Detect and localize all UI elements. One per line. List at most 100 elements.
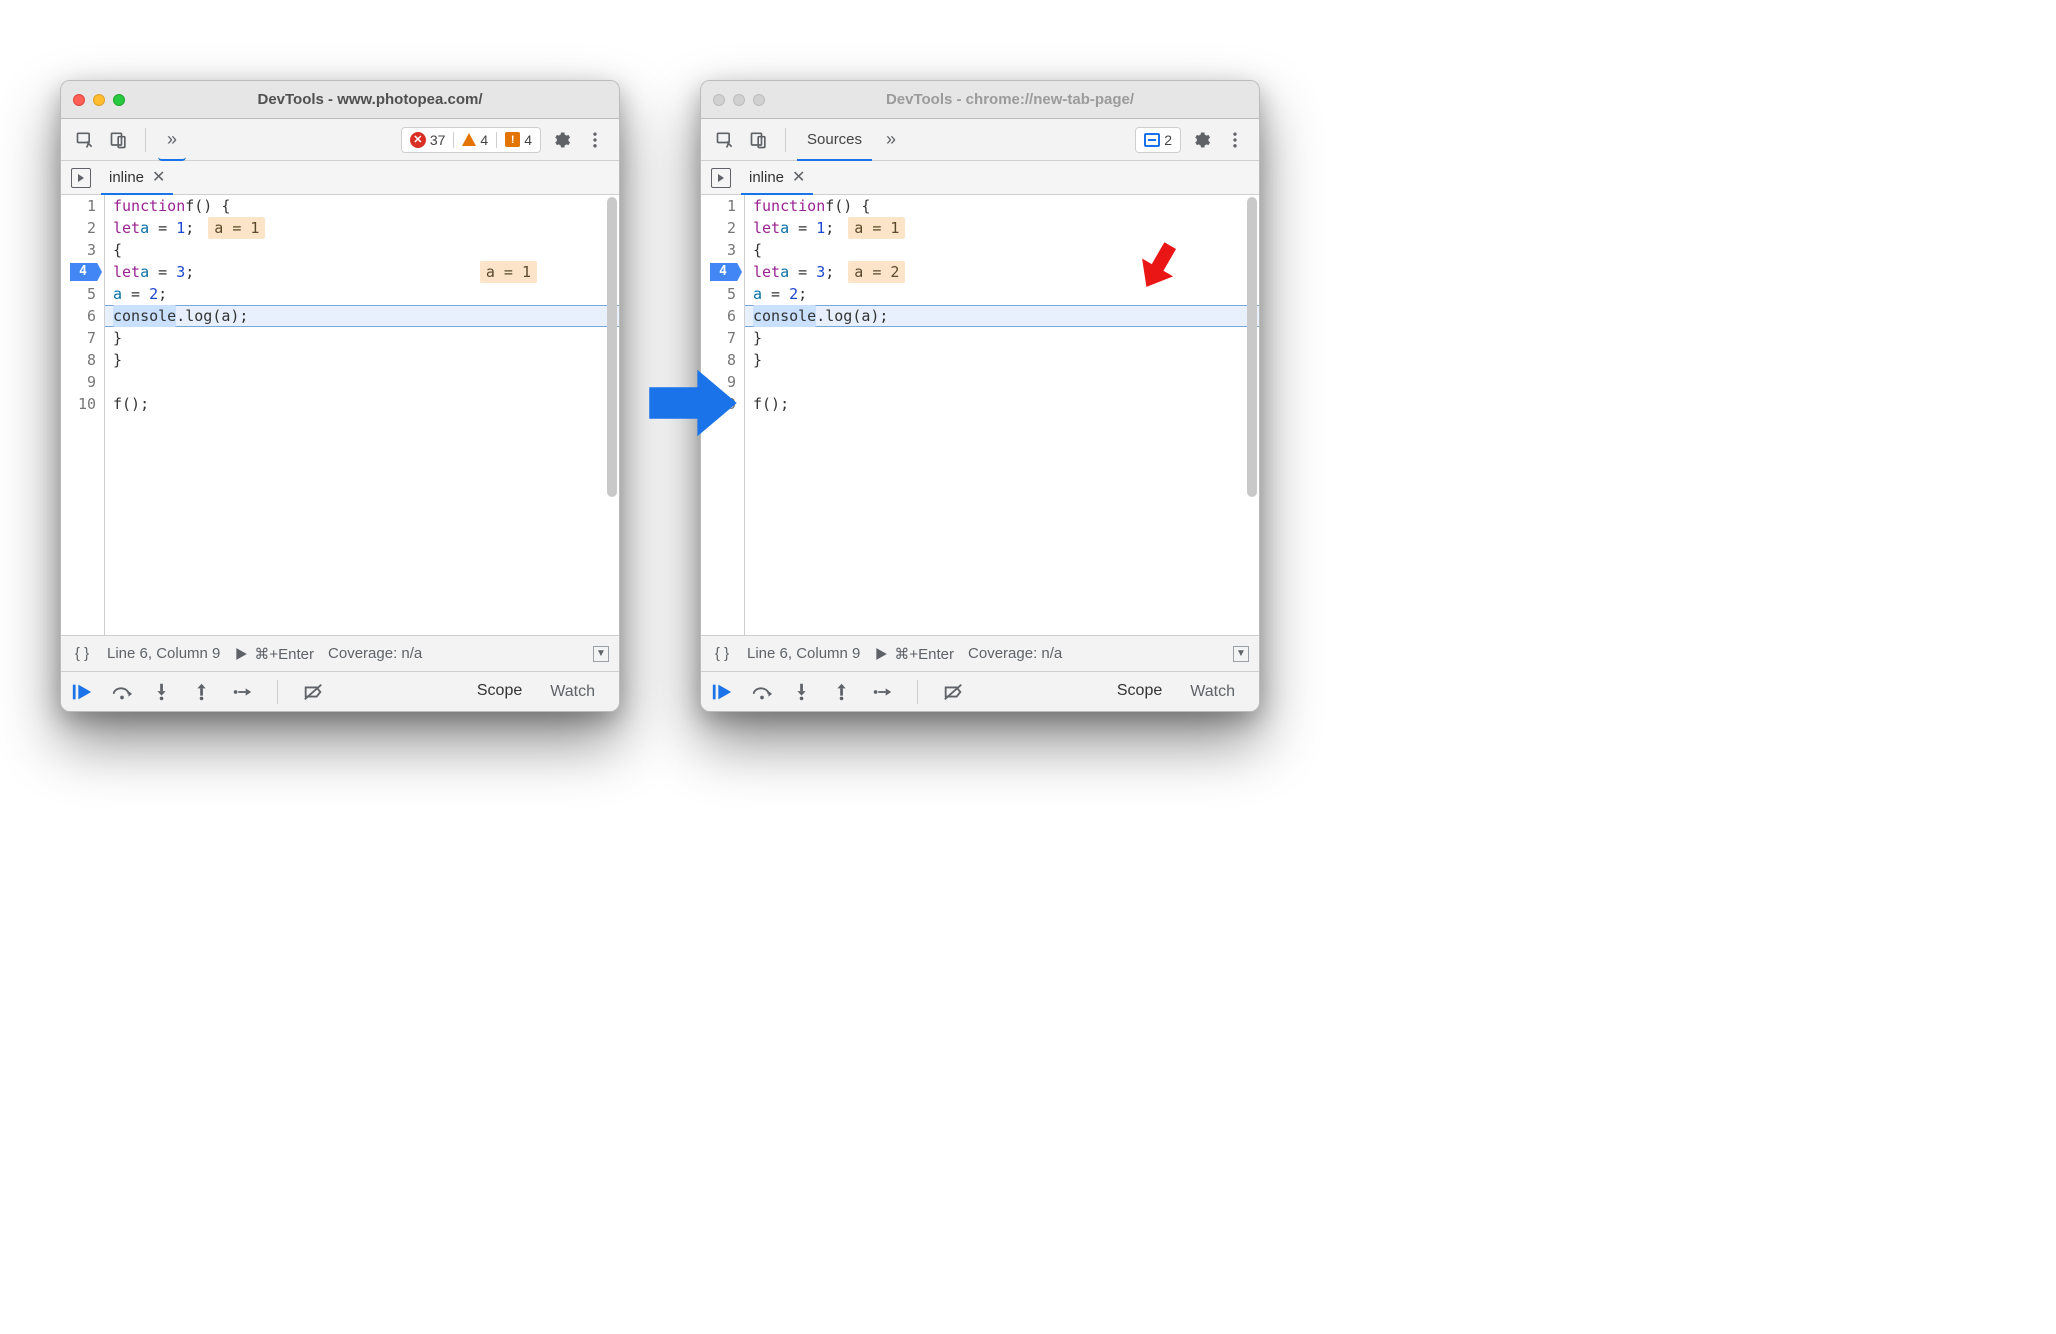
tab-scope[interactable]: Scope (463, 672, 536, 713)
step-out-icon[interactable] (191, 682, 213, 702)
chevron-down-icon[interactable]: ▼ (593, 646, 609, 662)
execution-line: console.log(a); (745, 305, 1259, 327)
close-tab-icon[interactable]: ✕ (152, 167, 165, 187)
kebab-menu-icon[interactable] (581, 126, 609, 154)
line-gutter[interactable]: 1 2 3 4 5 6 7 8 9 10 (61, 195, 105, 635)
minimize-icon[interactable] (93, 94, 105, 106)
editor-statusbar: { } Line 6, Column 9 ⌘+Enter Coverage: n… (701, 635, 1259, 671)
code-body[interactable]: function f() { let a = 1;a = 1 { let a =… (105, 195, 619, 635)
issues-count: 2 (1164, 132, 1172, 148)
line-number[interactable]: 5 (701, 283, 736, 305)
titlebar[interactable]: DevTools - chrome://new-tab-page/ (701, 81, 1259, 119)
inline-value: a = 1 (208, 217, 265, 239)
more-tabs-icon[interactable] (158, 119, 186, 161)
info-icon: ! (505, 132, 520, 147)
show-navigator-icon[interactable] (711, 168, 731, 188)
line-number[interactable]: 9 (61, 371, 96, 393)
resume-icon[interactable] (71, 682, 93, 702)
line-number[interactable]: 6 (701, 305, 736, 327)
pretty-print-icon[interactable]: { } (711, 643, 733, 665)
close-icon[interactable] (713, 94, 725, 106)
run-icon[interactable] (874, 647, 888, 661)
cursor-position: Line 6, Column 9 (747, 645, 860, 662)
step-over-icon[interactable] (111, 682, 133, 702)
zoom-icon[interactable] (113, 94, 125, 106)
selection: console (753, 305, 816, 327)
settings-icon[interactable] (1187, 126, 1215, 154)
resume-icon[interactable] (711, 682, 733, 702)
line-number[interactable]: 6 (61, 305, 96, 327)
status-badges[interactable]: ✕ 37 4 ! 4 (401, 127, 541, 153)
deactivate-breakpoints-icon[interactable] (942, 682, 964, 702)
info-count: 4 (524, 132, 532, 148)
issues-badge[interactable]: 2 (1135, 127, 1181, 153)
chevron-down-icon[interactable]: ▼ (1233, 646, 1249, 662)
coverage-status: Coverage: n/a (328, 645, 422, 662)
step-icon[interactable] (871, 682, 893, 702)
inline-value: a = 2 (848, 261, 905, 283)
scrollbar-thumb[interactable] (607, 197, 617, 497)
transition-arrow-icon (648, 368, 738, 438)
line-number[interactable]: 10 (61, 393, 96, 415)
line-number[interactable]: 1 (701, 195, 736, 217)
line-number[interactable]: 3 (61, 239, 96, 261)
device-toggle-icon[interactable] (105, 126, 133, 154)
inline-value: a = 1 (848, 217, 905, 239)
step-into-icon[interactable] (151, 682, 173, 702)
file-tabstrip: inline ✕ (61, 161, 619, 195)
editor-statusbar: { } Line 6, Column 9 ⌘+Enter Coverage: n… (61, 635, 619, 671)
line-number[interactable]: 4 (701, 261, 736, 283)
file-tab-inline[interactable]: inline ✕ (741, 161, 813, 195)
minimize-icon[interactable] (733, 94, 745, 106)
execution-line: console.log(a); (105, 305, 619, 327)
step-over-icon[interactable] (751, 682, 773, 702)
line-number[interactable]: 1 (61, 195, 96, 217)
info-badge[interactable]: ! 4 (496, 132, 540, 148)
issues-icon (1144, 133, 1160, 147)
errors-badge[interactable]: ✕ 37 (402, 132, 454, 148)
inspect-icon[interactable] (711, 126, 739, 154)
line-number[interactable]: 4 (61, 261, 96, 283)
file-tabstrip: inline ✕ (701, 161, 1259, 195)
line-number[interactable]: 2 (61, 217, 96, 239)
more-tabs-icon[interactable] (877, 126, 905, 154)
zoom-icon[interactable] (753, 94, 765, 106)
warning-icon (462, 133, 476, 146)
device-toggle-icon[interactable] (745, 126, 773, 154)
main-toolbar: ✕ 37 4 ! 4 (61, 119, 619, 161)
pretty-print-icon[interactable]: { } (71, 643, 93, 665)
kebab-menu-icon[interactable] (1221, 126, 1249, 154)
show-navigator-icon[interactable] (71, 168, 91, 188)
eval-shortcut: ⌘+Enter (254, 645, 314, 663)
line-number[interactable]: 2 (701, 217, 736, 239)
deactivate-breakpoints-icon[interactable] (302, 682, 324, 702)
inspect-icon[interactable] (71, 126, 99, 154)
tab-scope[interactable]: Scope (1103, 672, 1176, 713)
line-number[interactable]: 7 (701, 327, 736, 349)
step-into-icon[interactable] (791, 682, 813, 702)
warnings-count: 4 (480, 132, 488, 148)
titlebar[interactable]: DevTools - www.photopea.com/ (61, 81, 619, 119)
run-icon[interactable] (234, 647, 248, 661)
line-number[interactable]: 3 (701, 239, 736, 261)
inline-value: a = 1 (480, 261, 537, 283)
scrollbar-thumb[interactable] (1247, 197, 1257, 497)
breakpoint-icon[interactable]: 4 (710, 263, 742, 281)
settings-icon[interactable] (547, 126, 575, 154)
breakpoint-icon[interactable]: 4 (70, 263, 102, 281)
code-editor[interactable]: 1 2 3 4 5 6 7 8 9 10 function f() { let … (61, 195, 619, 635)
line-number[interactable]: 5 (61, 283, 96, 305)
cursor-position: Line 6, Column 9 (107, 645, 220, 662)
close-tab-icon[interactable]: ✕ (792, 167, 805, 187)
tab-watch[interactable]: Watch (1176, 672, 1249, 712)
line-number[interactable]: 7 (61, 327, 96, 349)
file-tab-inline[interactable]: inline ✕ (101, 161, 173, 195)
tab-sources[interactable]: Sources (797, 119, 872, 161)
step-icon[interactable] (231, 682, 253, 702)
tab-watch[interactable]: Watch (536, 672, 609, 712)
step-out-icon[interactable] (831, 682, 853, 702)
devtools-window-right: DevTools - chrome://new-tab-page/ Source… (700, 80, 1260, 712)
warnings-badge[interactable]: 4 (453, 132, 496, 148)
line-number[interactable]: 8 (61, 349, 96, 371)
close-icon[interactable] (73, 94, 85, 106)
